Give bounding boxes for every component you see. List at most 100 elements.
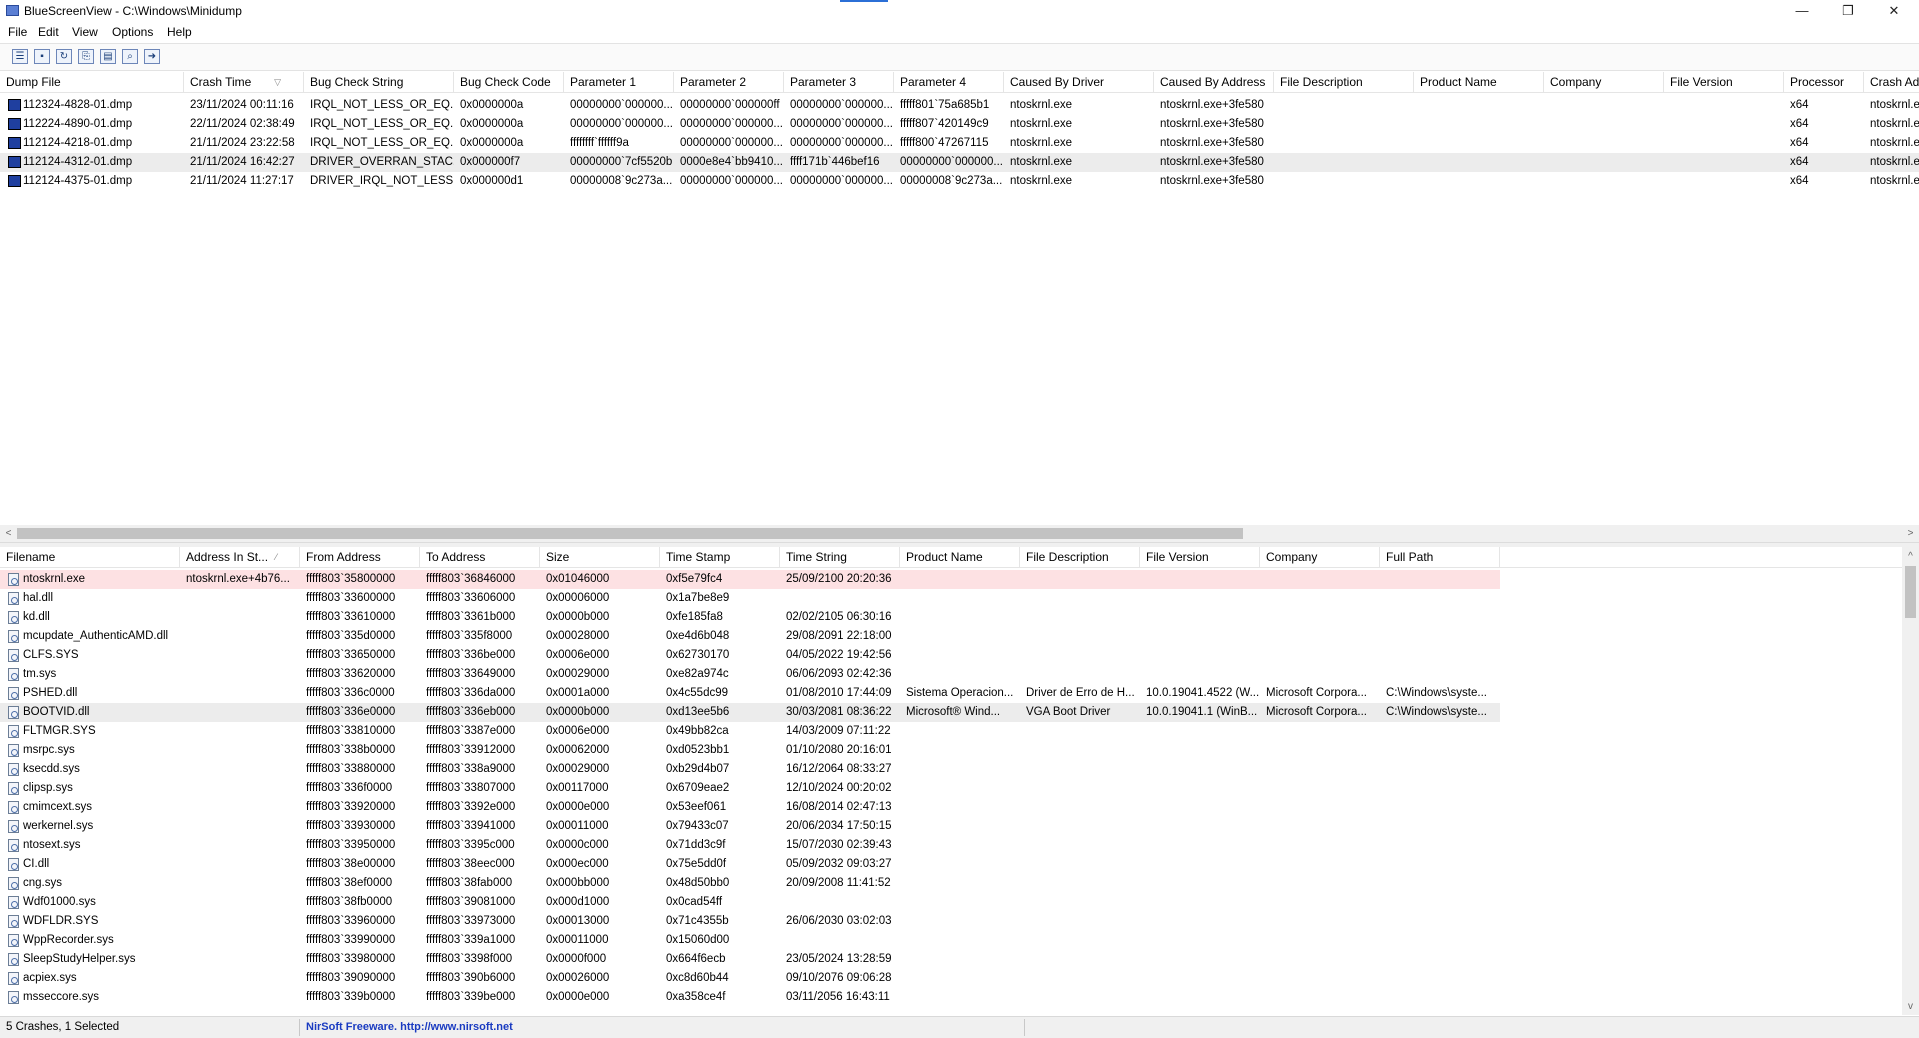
find-icon[interactable]: ⌕ bbox=[122, 49, 138, 64]
scrollbar-thumb[interactable] bbox=[17, 528, 1243, 539]
column-header[interactable]: Size bbox=[540, 547, 660, 567]
table-row[interactable]: SleepStudyHelper.sys fffff803`33980000 fff… bbox=[0, 950, 1902, 969]
nirsoft-link[interactable]: NirSoft Freeware. http://www.nirsoft.net bbox=[300, 1019, 1025, 1036]
column-header[interactable]: File Description bbox=[1274, 72, 1414, 92]
table-row[interactable]: msrpc.sys fffff803`338b0000 fffff803`33912… bbox=[0, 741, 1902, 760]
column-header[interactable]: File Version bbox=[1664, 72, 1784, 92]
table-row[interactable]: tm.sys fffff803`33620000 fffff803`33649000… bbox=[0, 665, 1902, 684]
restore-button[interactable]: ❐ bbox=[1826, 0, 1870, 22]
copy-icon[interactable]: ⎘ bbox=[78, 49, 94, 64]
menu-help[interactable]: Help bbox=[167, 25, 192, 39]
column-header[interactable]: Bug Check String bbox=[304, 72, 454, 92]
scroll-right-icon[interactable]: > bbox=[1902, 525, 1919, 542]
table-row[interactable]: kd.dll fffff803`33610000 fffff803`3361b000… bbox=[0, 608, 1902, 627]
table-cell: IRQL_NOT_LESS_OR_EQ... bbox=[310, 99, 454, 111]
table-row[interactable]: mcupdate_AuthenticAMD.dll fffff803`335d00… bbox=[0, 627, 1902, 646]
table-cell: 112124-4218-01.dmp bbox=[23, 137, 133, 149]
table-row[interactable]: hal.dll fffff803`33600000 fffff803`3360600… bbox=[0, 589, 1902, 608]
table-cell: 23/11/2024 00:11:16 bbox=[190, 99, 294, 111]
column-header[interactable]: Company bbox=[1544, 72, 1664, 92]
save-icon[interactable]: ▪ bbox=[34, 49, 50, 64]
column-header[interactable]: File Description bbox=[1020, 547, 1140, 567]
table-row[interactable]: PSHED.dll fffff803`336c0000 fffff803`336da… bbox=[0, 684, 1902, 703]
table-cell: 0000e8e4`bb9410... bbox=[680, 156, 783, 168]
table-row[interactable]: FLTMGR.SYS fffff803`33810000 fffff803`3387… bbox=[0, 722, 1902, 741]
table-row[interactable]: ntoskrnl.exe ntoskrnl.exe+4b76... fffff803… bbox=[0, 570, 1500, 589]
scroll-down-icon[interactable]: v bbox=[1902, 998, 1919, 1015]
column-header[interactable]: Crash Add bbox=[1864, 72, 1919, 92]
column-header[interactable]: Time String bbox=[780, 547, 900, 567]
column-header[interactable]: Product Name bbox=[900, 547, 1020, 567]
menu-edit[interactable]: Edit bbox=[38, 25, 59, 39]
minimize-button[interactable]: — bbox=[1780, 0, 1824, 22]
table-row[interactable]: werkernel.sys fffff803`33930000 fffff803`3… bbox=[0, 817, 1902, 836]
column-header-label: Crash Time bbox=[190, 75, 252, 89]
column-header-label: Time Stamp bbox=[666, 550, 731, 564]
column-header[interactable]: To Address bbox=[420, 547, 540, 567]
table-row[interactable]: cng.sys fffff803`38ef0000 fffff803`38fab00… bbox=[0, 874, 1902, 893]
column-header[interactable]: From Address bbox=[300, 547, 420, 567]
table-row[interactable]: ksecdd.sys fffff803`33880000 fffff803`338a… bbox=[0, 760, 1902, 779]
table-cell: 16/08/2014 02:47:13 bbox=[786, 801, 892, 813]
table-cell bbox=[1380, 988, 1500, 1007]
table-row[interactable]: WDFLDR.SYS fffff803`33960000 fffff803`3397… bbox=[0, 912, 1902, 931]
table-row[interactable]: 112124-4312-01.dmp 21/11/2024 16:42:27 DRI… bbox=[0, 153, 1919, 172]
table-cell bbox=[1140, 874, 1260, 893]
horizontal-scrollbar[interactable]: < > bbox=[0, 525, 1919, 542]
table-cell bbox=[1020, 988, 1140, 1007]
table-row[interactable]: 112124-4218-01.dmp 21/11/2024 23:22:58 IRQ… bbox=[0, 134, 1919, 153]
column-header[interactable]: Crash Time ▽ bbox=[184, 72, 304, 92]
exit-icon[interactable]: ➜ bbox=[144, 49, 160, 64]
column-header[interactable]: Full Path bbox=[1380, 547, 1500, 567]
refresh-icon[interactable]: ↻ bbox=[56, 49, 72, 64]
column-header[interactable]: Processor bbox=[1784, 72, 1864, 92]
table-row[interactable]: 112124-4375-01.dmp 21/11/2024 11:27:17 DRI… bbox=[0, 172, 1919, 191]
html-report-icon[interactable]: ▤ bbox=[100, 49, 116, 64]
column-header[interactable]: Caused By Driver bbox=[1004, 72, 1154, 92]
column-header[interactable]: Dump File bbox=[0, 72, 184, 92]
table-row[interactable]: 112224-4890-01.dmp 22/11/2024 02:38:49 IRQ… bbox=[0, 115, 1919, 134]
column-header[interactable]: File Version bbox=[1140, 547, 1260, 567]
table-cell: 00000008`9c273a... bbox=[570, 175, 673, 187]
scroll-up-icon[interactable]: ^ bbox=[1902, 548, 1919, 565]
column-header[interactable]: Product Name bbox=[1414, 72, 1544, 92]
menu-view[interactable]: View bbox=[72, 25, 98, 39]
table-cell bbox=[900, 836, 1020, 855]
close-button[interactable]: ✕ bbox=[1872, 0, 1916, 22]
table-row[interactable]: acpiex.sys fffff803`39090000 fffff803`390b… bbox=[0, 969, 1902, 988]
table-row[interactable]: WppRecorder.sys fffff803`33990000 fffff803… bbox=[0, 931, 1902, 950]
table-row[interactable]: CI.dll fffff803`38e00000 fffff803`38eec000… bbox=[0, 855, 1902, 874]
table-row[interactable]: 112324-4828-01.dmp 23/11/2024 00:11:16 IRQ… bbox=[0, 96, 1919, 115]
table-cell: mcupdate_AuthenticAMD.dll bbox=[23, 630, 169, 642]
table-cell: 03/11/2056 16:43:11 bbox=[786, 991, 890, 1003]
properties-icon[interactable]: ☰ bbox=[12, 49, 28, 64]
menu-options[interactable]: Options bbox=[112, 25, 153, 39]
column-header[interactable]: Time Stamp bbox=[660, 547, 780, 567]
column-header[interactable]: Caused By Address bbox=[1154, 72, 1274, 92]
column-header[interactable]: Parameter 4 bbox=[894, 72, 1004, 92]
table-row[interactable]: cmimcext.sys fffff803`33920000 fffff803`33… bbox=[0, 798, 1902, 817]
table-cell: 0xf5e79fc4 bbox=[666, 573, 723, 585]
vertical-scrollbar[interactable]: ^ v bbox=[1902, 548, 1919, 1015]
column-header[interactable]: Parameter 3 bbox=[784, 72, 894, 92]
table-cell bbox=[1260, 779, 1380, 798]
table-row[interactable]: CLFS.SYS fffff803`33650000 fffff803`336be0… bbox=[0, 646, 1902, 665]
column-header[interactable]: Filename bbox=[0, 547, 180, 567]
column-header[interactable]: Bug Check Code bbox=[454, 72, 564, 92]
scrollbar-thumb[interactable] bbox=[1905, 566, 1916, 618]
table-row[interactable]: ntosext.sys fffff803`33950000 fffff803`339… bbox=[0, 836, 1902, 855]
table-row[interactable]: clipsp.sys fffff803`336f0000 fffff803`3380… bbox=[0, 779, 1902, 798]
table-row[interactable]: Wdf01000.sys fffff803`38fb0000 fffff803`39… bbox=[0, 893, 1902, 912]
column-header[interactable]: Company bbox=[1260, 547, 1380, 567]
table-row[interactable]: BOOTVID.dll fffff803`336e0000 fffff803`336… bbox=[0, 703, 1500, 722]
menu-file[interactable]: File bbox=[8, 25, 27, 39]
column-header[interactable]: Parameter 2 bbox=[674, 72, 784, 92]
table-row[interactable]: msseccore.sys fffff803`339b0000 fffff803`3… bbox=[0, 988, 1902, 1007]
scroll-left-icon[interactable]: < bbox=[0, 525, 17, 542]
table-cell: fffff801`75a685b1 bbox=[900, 99, 990, 111]
column-header[interactable]: Parameter 1 bbox=[564, 72, 674, 92]
table-cell: 00000000`000000... bbox=[570, 99, 673, 111]
column-header[interactable]: Address In St... ⁄ bbox=[180, 547, 300, 567]
table-cell: fffff803`33880000 bbox=[306, 763, 396, 775]
window-title: BlueScreenView - C:\Windows\Minidump bbox=[24, 4, 242, 18]
